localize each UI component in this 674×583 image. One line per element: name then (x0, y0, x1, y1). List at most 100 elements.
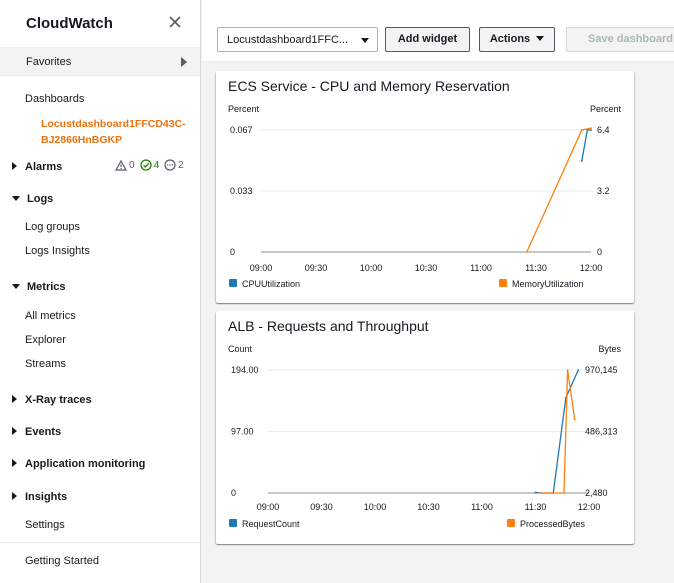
data-point (590, 127, 592, 129)
sidebar-item-all-metrics[interactable]: All metrics (25, 310, 76, 322)
events-label: Events (25, 426, 62, 438)
sidebar-header: CloudWatch (0, 0, 200, 48)
dashboard-toolbar: Locustdashboard1FFC... Add widget Action… (202, 0, 674, 62)
sidebar-section-alarms[interactable]: Alarms (12, 161, 62, 173)
sidebar-item-log-groups[interactable]: Log groups (25, 221, 80, 233)
x-tick-label: 11:30 (525, 502, 547, 512)
sidebar-item-streams[interactable]: Streams (25, 358, 66, 370)
sidebar-item-getting-started[interactable]: Getting Started (25, 555, 99, 567)
logs-label: Logs (27, 193, 54, 205)
data-point (590, 129, 592, 131)
y-tick-left: 0.033 (230, 186, 253, 196)
add-widget-button[interactable]: Add widget (385, 27, 470, 52)
sidebar-item-dashboards[interactable]: Dashboards (25, 93, 84, 105)
sidebar-section-insights[interactable]: Insights (12, 491, 67, 503)
data-point (563, 492, 565, 494)
y-tick-left: 97.00 (231, 427, 254, 437)
x-tick-label: 09:00 (257, 502, 280, 512)
data-point (580, 129, 583, 131)
sidebar-title: CloudWatch (26, 15, 113, 32)
sidebar-item-logs-insights[interactable]: Logs Insights (25, 245, 90, 257)
x-tick-label: 09:30 (310, 502, 333, 512)
legend-swatch (229, 279, 237, 287)
x-tick-label: 11:00 (470, 263, 492, 273)
y-tick-left: 194.00 (231, 365, 259, 375)
sidebar-divider (0, 542, 200, 543)
legend-swatch (499, 279, 507, 287)
navigation-sidebar: CloudWatch Favorites Dashboards Locustda… (0, 0, 201, 583)
legend-swatch (507, 519, 515, 527)
legend-label: MemoryUtilization (512, 279, 584, 289)
y-tick-left: 0 (230, 247, 235, 257)
y-tick-right: 3.2 (597, 186, 610, 196)
sidebar-item-active-dashboard[interactable]: Locustdashboard1FFCD43C-BJ2866HnBGKP (41, 116, 197, 148)
actions-label: Actions (489, 33, 531, 45)
close-icon[interactable] (167, 14, 183, 30)
actions-button[interactable]: Actions (479, 27, 555, 52)
y-tick-right: 2,480 (585, 488, 608, 498)
caret-right-icon (12, 492, 17, 500)
x-tick-label: 09:30 (305, 263, 328, 273)
y-tick-right: 6.4 (597, 125, 610, 135)
insufficient-data-badge[interactable]: 2 (164, 159, 184, 171)
sidebar-section-metrics[interactable]: Metrics (12, 281, 66, 293)
in-alarm-count: 0 (129, 159, 135, 171)
data-point (573, 418, 576, 421)
legend-label: ProcessedBytes (520, 519, 586, 529)
y-tick-right: 0 (597, 247, 602, 257)
caret-right-icon (12, 162, 17, 170)
insights-label: Insights (25, 491, 68, 503)
data-point (538, 492, 540, 494)
data-point (534, 491, 537, 494)
dashboard-select[interactable]: Locustdashboard1FFC... (217, 27, 378, 52)
legend-swatch (229, 519, 237, 527)
x-tick-label: 10:00 (364, 502, 387, 512)
caret-down-icon (12, 196, 20, 201)
line-chart: Count Bytes 0 2,480 97.00 486,313 194.00 970,14… (228, 344, 621, 529)
y-tick-right: 486,313 (585, 427, 618, 437)
y-axis-unit-right: Percent (590, 104, 622, 114)
x-tick-label: 12:00 (578, 502, 601, 512)
favorites-label: Favorites (26, 56, 72, 68)
save-dashboard-button[interactable]: Save dashboard (566, 27, 674, 52)
sidebar-section-app-monitoring[interactable]: Application monitoring (12, 458, 145, 470)
legend-label: RequestCount (242, 519, 300, 529)
app-monitoring-label: Application monitoring (25, 458, 146, 470)
caret-right-icon (12, 395, 17, 403)
sidebar-section-logs[interactable]: Logs (12, 193, 53, 205)
caret-down-icon (12, 284, 20, 289)
warning-icon (115, 159, 127, 171)
x-tick-label: 10:30 (417, 502, 440, 512)
x-tick-label: 12:00 (580, 263, 603, 273)
sidebar-section-xray[interactable]: X-Ray traces (12, 394, 92, 406)
xray-label: X-Ray traces (25, 394, 92, 406)
data-point (580, 160, 583, 162)
x-tick-label: 10:30 (415, 263, 438, 273)
x-tick-label: 11:00 (471, 502, 493, 512)
insufficient-count: 2 (178, 159, 184, 171)
sidebar-favorites[interactable]: Favorites (0, 48, 200, 76)
x-tick-label: 09:00 (250, 263, 273, 273)
ok-badge[interactable]: 4 (139, 159, 160, 171)
caret-right-icon (12, 427, 17, 435)
widget-alb-requests-throughput[interactable]: ALB - Requests and Throughput Count Bytes… (216, 311, 634, 544)
caret-down-icon (536, 36, 545, 41)
x-tick-label: 10:00 (360, 263, 383, 273)
check-circle-icon (139, 159, 152, 171)
in-alarm-badge[interactable]: 0 (115, 159, 135, 171)
widget-ecs-cpu-memory[interactable]: ECS Service - CPU and Memory Reservation… (216, 71, 634, 303)
sidebar-item-settings[interactable]: Settings (25, 519, 65, 531)
legend-label: CPUUtilization (242, 279, 300, 289)
y-axis-unit-right: Bytes (598, 344, 621, 354)
y-tick-right: 970,145 (585, 365, 618, 375)
ellipsis-circle-icon (164, 159, 176, 171)
ok-count: 4 (153, 159, 160, 171)
alarm-status-badges: 0 4 2 (115, 159, 184, 171)
chevron-right-icon (181, 57, 187, 67)
data-point (566, 369, 569, 371)
caret-right-icon (12, 459, 17, 467)
sidebar-item-explorer[interactable]: Explorer (25, 334, 66, 346)
y-axis-unit-left: Count (228, 344, 253, 354)
caret-down-icon (361, 38, 369, 43)
sidebar-section-events[interactable]: Events (12, 426, 61, 438)
